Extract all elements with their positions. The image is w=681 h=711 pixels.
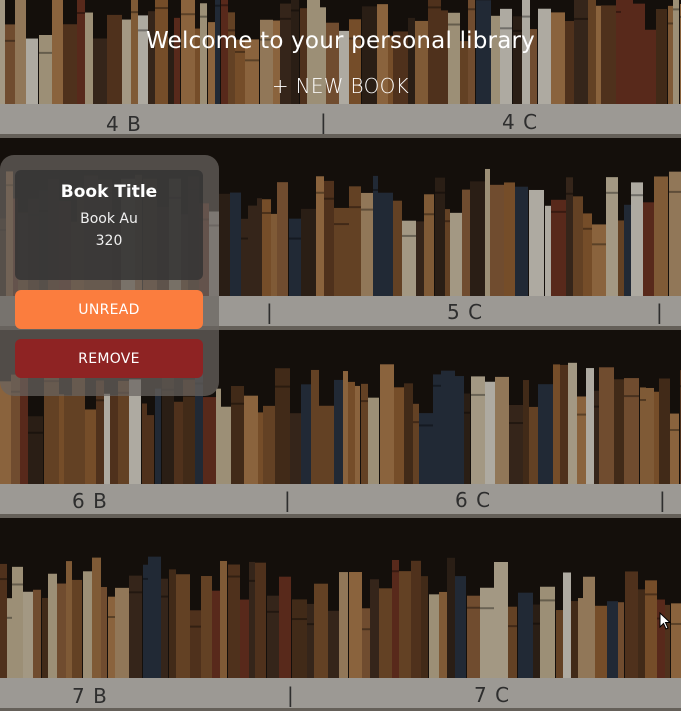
shelf-label-4c: 4 C <box>502 110 539 134</box>
shelf-label-4b: 4 B <box>106 112 142 136</box>
shelf-label-6b: 6 B <box>72 489 108 513</box>
book-card: Book Title Book Au 320 UNREAD REMOVE <box>0 155 219 396</box>
shelf-label-7c: 7 C <box>474 683 511 707</box>
page-header: Welcome to your personal library + NEW B… <box>0 28 681 98</box>
shelf-divider: | <box>284 488 291 512</box>
book-title: Book Title <box>60 182 158 202</box>
read-status-button[interactable]: UNREAD <box>15 290 203 329</box>
shelf-divider: | <box>659 488 666 512</box>
shelf-divider: | <box>656 300 663 324</box>
book-info: Book Title Book Au 320 <box>15 170 203 280</box>
shelf-label-7b: 7 B <box>72 684 108 708</box>
shelf-label-6c: 6 C <box>455 488 492 512</box>
page-title: Welcome to your personal library <box>146 28 535 54</box>
new-book-button[interactable]: + NEW BOOK <box>272 74 409 98</box>
shelf-divider: | <box>266 300 273 324</box>
library-page: 4 B | 4 C | 5 C | 6 B | 6 C | 7 B | 7 C … <box>0 0 681 711</box>
mouse-pointer-icon <box>659 612 671 630</box>
shelf-divider: | <box>287 683 294 707</box>
shelf-divider: | <box>320 110 327 134</box>
remove-book-button[interactable]: REMOVE <box>15 339 203 378</box>
book-pages: 320 <box>95 233 123 249</box>
book-author: Book Au <box>80 211 138 227</box>
shelf-label-5c: 5 C <box>447 300 484 324</box>
